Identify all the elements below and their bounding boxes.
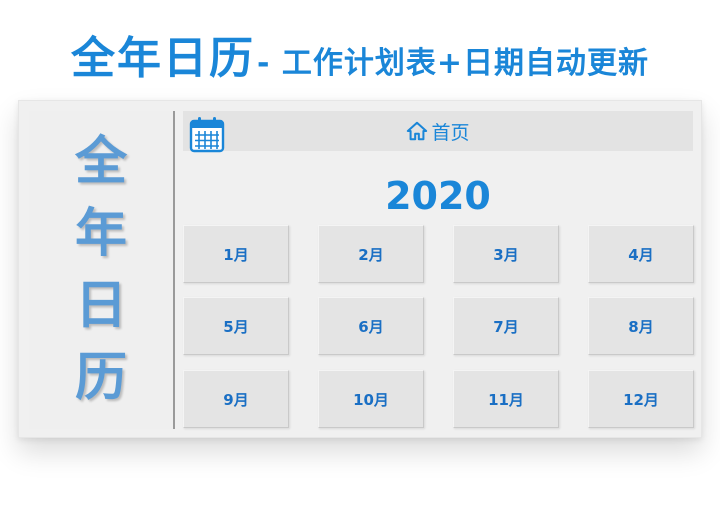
month-button-6[interactable]: 6月	[318, 297, 424, 355]
vertical-divider	[173, 111, 175, 429]
year-display: 2020	[385, 174, 491, 218]
month-button-8[interactable]: 8月	[588, 297, 694, 355]
month-button-1[interactable]: 1月	[183, 225, 289, 283]
sidebar-char: 历	[74, 348, 127, 408]
page-title-main: 全年日历	[70, 33, 255, 84]
home-link[interactable]: 首页	[183, 111, 693, 151]
sidebar-char: 全	[74, 132, 127, 192]
page-title: 全年日历 - 工作计划表+日期自动更新	[0, 22, 720, 84]
sidebar-char: 日	[74, 276, 127, 336]
calendar-card: 全 年 日 历 首页 2020 1月 2月 3月 4月 5月 6月 7月 8月 …	[18, 100, 702, 438]
month-button-10[interactable]: 10月	[318, 370, 424, 428]
home-label: 首页	[431, 121, 470, 144]
top-bar: 首页	[183, 111, 693, 153]
month-button-7[interactable]: 7月	[453, 297, 559, 355]
calendar-icon[interactable]	[189, 115, 225, 153]
month-button-5[interactable]: 5月	[183, 297, 289, 355]
month-button-12[interactable]: 12月	[588, 370, 694, 428]
sidebar-char: 年	[74, 204, 127, 264]
month-button-9[interactable]: 9月	[183, 370, 289, 428]
page-title-sub: - 工作计划表+日期自动更新	[256, 46, 650, 81]
month-button-11[interactable]: 11月	[453, 370, 559, 428]
month-button-4[interactable]: 4月	[588, 225, 694, 283]
month-button-2[interactable]: 2月	[318, 225, 424, 283]
home-icon	[407, 121, 428, 141]
sidebar-vertical-title: 全 年 日 历	[29, 111, 173, 429]
month-button-3[interactable]: 3月	[453, 225, 559, 283]
